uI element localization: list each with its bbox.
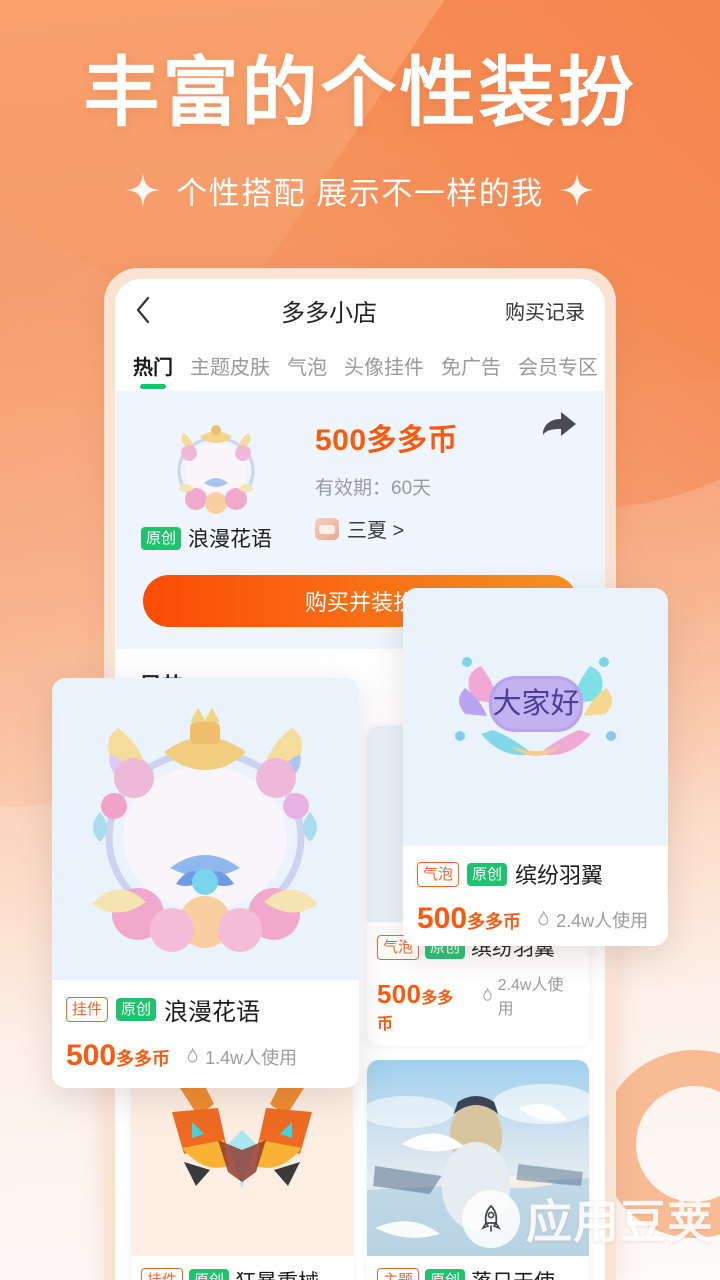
highlight-meta: 挂件 原创 浪漫花语 500多多币 1.4w人使用 <box>52 980 359 1073</box>
sparkle-icon <box>126 173 161 208</box>
product-name: 狂暴重械 <box>235 1266 319 1280</box>
product-name: 落日天使 <box>471 1266 555 1280</box>
featured-name-row: 原创 浪漫花语 <box>141 523 291 553</box>
mecha-avatar-frame-icon <box>172 1083 312 1188</box>
colorful-wings-bubble-icon: 大家好 <box>455 657 616 756</box>
featured-thumbnail-column: 原创 浪漫花语 <box>141 409 291 553</box>
featured-row: 原创 浪漫花语 500多多币 有效期：60天 三夏 > <box>115 409 605 553</box>
fire-icon <box>482 987 492 1001</box>
avatar <box>315 517 339 540</box>
original-tag: 原创 <box>189 1269 230 1280</box>
tab-theme-skin[interactable]: 主题皮肤 <box>190 351 270 391</box>
back-button[interactable] <box>135 296 165 324</box>
highlight-thumbnail: 大家好 <box>403 588 668 846</box>
usage-count: 1.4w人使用 <box>205 1047 298 1068</box>
fire-icon <box>187 1048 198 1063</box>
fire-icon <box>538 911 549 926</box>
usage-count: 2.4w人使用 <box>556 910 649 931</box>
original-tag: 原创 <box>116 998 157 1021</box>
bubble-sample-text: 大家好 <box>492 687 579 720</box>
hero-subtitle: 个性搭配 展示不一样的我 <box>176 175 544 211</box>
tab-no-ads[interactable]: 免广告 <box>441 351 501 391</box>
original-tag: 原创 <box>425 1269 466 1280</box>
product-name-row: 挂件 原创 狂暴重械 <box>141 1266 343 1280</box>
highlight-thumbnail <box>52 678 359 980</box>
product-thumbnail <box>131 1059 353 1256</box>
product-meta: 主题 原创 落日天使 500多多币 2.4w人使用 <box>367 1256 589 1280</box>
app-store-promo-screenshot: 丰富的个性装扮 个性搭配 展示不一样的我 多多小店 购买记录 热门 主题皮肤 气… <box>0 0 720 1280</box>
featured-validity: 有效期：60天 <box>315 473 579 500</box>
highlight-meta: 气泡 原创 缤纷羽翼 500多多币 2.4w人使用 <box>403 846 668 936</box>
tab-member-zone[interactable]: 会员专区 <box>518 351 598 391</box>
tab-hot[interactable]: 热门 <box>133 351 173 391</box>
type-tag: 气泡 <box>417 861 460 887</box>
highlight-price: 500 <box>66 1039 117 1072</box>
highlight-price: 500 <box>417 902 468 935</box>
romantic-wreath-frame-icon <box>156 417 276 517</box>
purchase-history-button[interactable]: 购买记录 <box>493 296 585 325</box>
sparkle-icon <box>559 173 594 208</box>
navbar: 多多小店 购买记录 <box>115 279 605 341</box>
price-unit: 多多币 <box>116 1049 171 1069</box>
tab-bubble[interactable]: 气泡 <box>287 351 327 391</box>
highlight-name: 缤纷羽翼 <box>515 863 604 888</box>
page-title: 多多小店 <box>281 299 377 327</box>
watermark-text: 应用豆荚 <box>526 1196 714 1248</box>
product-card[interactable]: 挂件 原创 狂暴重械 500多多币 1.4w人使用 <box>131 1059 353 1280</box>
share-arrow-icon[interactable] <box>539 409 579 443</box>
type-tag: 挂件 <box>66 997 109 1022</box>
usage-count: 2.4w人使用 <box>497 977 564 1018</box>
hero-title: 丰富的个性装扮 <box>83 51 637 136</box>
highlight-usage: 1.4w人使用 <box>184 1044 297 1070</box>
product-price: 500 <box>377 978 422 1009</box>
rocket-icon <box>462 1190 520 1248</box>
highlight-card-avatar-frame[interactable]: 挂件 原创 浪漫花语 500多多币 1.4w人使用 <box>52 678 359 1088</box>
hero-banner: 丰富的个性装扮 个性搭配 展示不一样的我 <box>0 0 720 213</box>
product-name-row: 主题 原创 落日天使 <box>377 1266 579 1280</box>
highlight-usage: 2.4w人使用 <box>535 907 648 933</box>
featured-author-name: 三夏 > <box>347 520 405 542</box>
highlight-card-bubble[interactable]: 大家好 气泡 原创 缤纷羽翼 500多多币 2.4w人使用 <box>403 588 668 946</box>
original-tag: 原创 <box>467 862 508 886</box>
featured-info: 500多多币 有效期：60天 三夏 > <box>291 409 579 553</box>
validity-value: 60天 <box>391 478 432 499</box>
highlight-name-row: 挂件 原创 浪漫花语 <box>66 992 345 1027</box>
featured-item-name: 浪漫花语 <box>188 528 273 551</box>
type-tag: 主题 <box>377 1268 420 1280</box>
romantic-wreath-frame-icon <box>92 708 318 952</box>
highlight-price-row: 500多多币 1.4w人使用 <box>66 1039 345 1073</box>
chevron-left-icon <box>136 296 150 324</box>
featured-author-row[interactable]: 三夏 > <box>315 514 579 543</box>
product-meta: 挂件 原创 狂暴重械 500多多币 1.4w人使用 <box>131 1256 353 1280</box>
tab-bar: 热门 主题皮肤 气泡 头像挂件 免广告 会员专区 <box>115 341 605 391</box>
product-usage: 2.4w人使用 <box>480 971 579 1019</box>
original-tag: 原创 <box>141 526 182 550</box>
hero-subtitle-row: 个性搭配 展示不一样的我 <box>0 168 720 213</box>
watermark: 应用豆荚 <box>462 1186 714 1252</box>
price-unit: 多多币 <box>467 912 522 932</box>
product-price-row: 500多多币 2.4w人使用 <box>377 971 579 1034</box>
highlight-name: 浪漫花语 <box>164 999 261 1026</box>
tab-avatar-frame[interactable]: 头像挂件 <box>344 351 424 391</box>
validity-label: 有效期： <box>315 478 392 499</box>
highlight-name-row: 气泡 原创 缤纷羽翼 <box>417 858 654 890</box>
highlight-price-row: 500多多币 2.4w人使用 <box>417 902 654 936</box>
type-tag: 挂件 <box>141 1268 184 1280</box>
